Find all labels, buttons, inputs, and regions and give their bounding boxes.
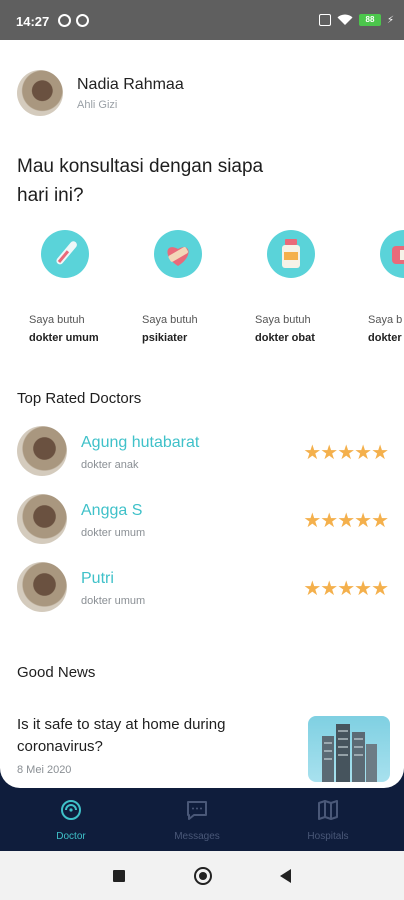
nav-item-doctor[interactable]: Doctor [21,798,121,842]
battery-icon: 88 [358,14,381,26]
nav-label: Messages [174,831,220,842]
category-item-partial[interactable]: Saya b dokter [368,230,404,344]
category-caption: Saya butuh [255,314,311,326]
doctor-item[interactable]: Agung hutabarat dokter anak ★★★★★ [17,426,392,494]
doctor-specialty: dokter umum [81,527,146,539]
heart-bandage-icon [154,230,202,278]
category-item-psikiater[interactable]: Saya butuh psikiater [142,230,242,344]
charging-icon: ⚡ [386,14,394,26]
home-icon[interactable] [194,867,212,885]
category-list: Saya butuh dokter umum Saya butuh psikia… [0,230,404,360]
nav-label: Doctor [56,831,86,842]
star-rating-icon: ★★★★★ [303,442,389,464]
medicine-bottle-icon [267,230,315,278]
sim-icon [318,14,331,26]
nav-item-hospitals[interactable]: Hospitals [278,798,378,842]
doctor-icon [61,800,81,820]
map-icon [318,800,338,820]
category-label: dokter umum [29,332,99,344]
thermometer-icon [41,230,89,278]
category-item-dokter-obat[interactable]: Saya butuh dokter obat [255,230,355,344]
doctor-specialty: dokter anak [81,459,139,471]
news-thumbnail [308,716,390,782]
section-title-top-rated: Top Rated Doctors [17,390,142,407]
page-title: Mau konsultasi dengan siapa hari ini? [17,156,264,206]
user-profile[interactable]: Nadia Rahmaa Ahli Gizi [17,70,184,116]
system-navigation-bar [0,851,404,900]
category-item-dokter-umum[interactable]: Saya butuh dokter umum [29,230,129,344]
avatar [17,70,63,116]
wifi-icon [337,14,353,25]
message-icon [187,801,207,820]
section-title-good-news: Good News [17,664,96,681]
bottom-navigation: Doctor Messages Hospitals [0,788,404,851]
status-bar: 14:27 88 ⚡ [0,0,404,40]
doctor-item[interactable]: Putri dokter umum ★★★★★ [17,562,392,630]
category-caption: Saya b [368,314,403,326]
category-caption: Saya butuh [29,314,85,326]
nav-label: Hospitals [307,831,349,842]
profile-role: Ahli Gizi [77,98,118,111]
recent-apps-icon[interactable] [113,870,125,882]
category-label: dokter [368,332,402,344]
avatar [17,494,67,544]
doctor-list: Agung hutabarat dokter anak ★★★★★ Angga … [17,426,392,630]
star-rating-icon: ★★★★★ [303,578,389,600]
news-card[interactable]: Is it safe to stay at home during corona… [17,714,392,782]
medical-icon [380,230,404,278]
notification-icon [76,14,89,27]
back-icon[interactable] [280,869,291,883]
star-rating-icon: ★★★★★ [303,510,389,532]
status-icons: 88 ⚡ [318,14,394,26]
doctor-name: Putri [81,570,114,587]
profile-name: Nadia Rahmaa [77,75,184,93]
status-time: 14:27 [16,14,50,29]
doctor-name: Agung hutabarat [81,434,200,451]
avatar [17,562,67,612]
doctor-name: Angga S [81,502,143,519]
category-caption: Saya butuh [142,314,198,326]
notification-icon [58,14,71,27]
nav-item-messages[interactable]: Messages [147,798,247,842]
category-label: psikiater [142,332,188,344]
avatar [17,426,67,476]
app-content: Nadia Rahmaa Ahli Gizi Mau konsultasi de… [0,40,404,788]
news-title: Is it safe to stay at home during corona… [17,716,226,755]
category-label: dokter obat [255,332,315,344]
doctor-specialty: dokter umum [81,595,146,607]
doctor-item[interactable]: Angga S dokter umum ★★★★★ [17,494,392,562]
